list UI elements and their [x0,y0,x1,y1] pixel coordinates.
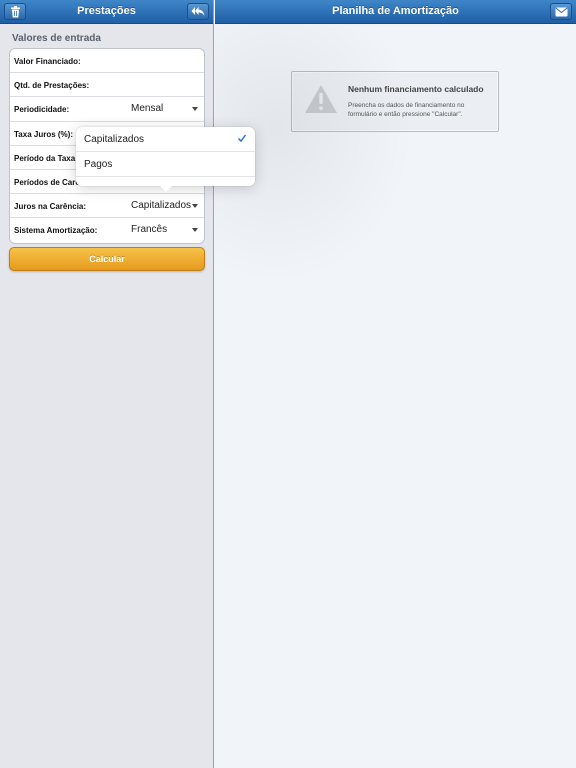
field-qtd-prestacoes[interactable]: Qtd. de Prestações: [10,73,204,98]
message-body: Preencha os dados de financiamento no fo… [348,102,465,118]
field-valor-financiado[interactable]: Valor Financiado: [10,49,204,74]
left-panel: Prestações Valores de entrada Valor Fina… [0,0,214,768]
caret-down-icon [192,107,198,112]
field-label: Periodicidade: [14,105,70,115]
juros-carencia-popover: Capitalizados Pagos [76,127,255,192]
left-navbar: Prestações [0,0,213,24]
option-label: Pagos [84,159,113,170]
field-label: Período da Taxa: [14,153,78,163]
field-label: Sistema Amortização: [14,226,98,236]
juros-carencia-select[interactable]: Capitalizados [131,200,191,211]
calculate-button[interactable]: Calcular [9,247,205,271]
right-navbar: Planilha de Amortização [215,0,576,24]
message-title: Nenhum financiamento calculado [348,84,484,94]
reply-all-button[interactable] [187,3,209,20]
field-label: Valor Financiado: [14,57,81,66]
checkmark-icon [238,134,247,143]
reply-all-icon [191,7,205,16]
email-button[interactable] [550,3,572,20]
option-pagos[interactable]: Pagos [76,152,255,177]
empty-state-message: Nenhum financiamento calculado Preencha … [291,71,499,132]
caret-down-icon [192,228,198,233]
field-juros-carencia[interactable]: Juros na Carência: Capitalizados [10,194,204,219]
field-label: Qtd. de Prestações: [14,81,90,91]
mail-icon [554,7,568,16]
right-title: Planilha de Amortização [332,5,459,17]
popover-arrow [160,186,172,192]
field-label: Taxa Juros (%): [14,129,73,139]
sistema-amortizacao-select[interactable]: Francês [131,224,167,235]
field-sistema-amortizacao[interactable]: Sistema Amortização: Francês [10,218,204,242]
option-capitalizados[interactable]: Capitalizados [76,127,255,152]
caret-down-icon [192,204,198,209]
section-title: Valores de entrada [12,33,101,44]
left-title: Prestações [77,5,136,17]
field-label: Juros na Carência: [14,202,87,212]
option-label: Capitalizados [84,134,145,145]
right-panel: Planilha de Amortização Nenhum financiam… [215,0,576,768]
warning-icon [305,85,337,113]
field-periodicidade[interactable]: Periodicidade: Mensal [10,97,204,122]
periodicidade-select[interactable]: Mensal [131,103,163,114]
